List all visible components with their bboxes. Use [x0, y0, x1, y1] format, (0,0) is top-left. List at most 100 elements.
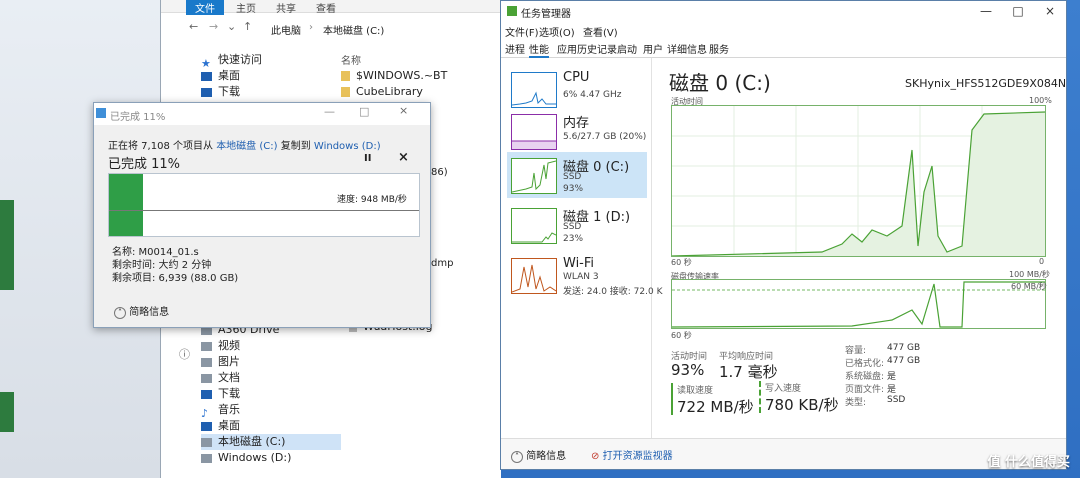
- download-icon: [201, 87, 212, 97]
- download-icon: [201, 389, 212, 399]
- fewer-details-button[interactable]: ˄ 简略信息: [511, 447, 566, 463]
- chevron-up-icon: ˄: [511, 451, 523, 463]
- tab-startup[interactable]: 启动: [617, 41, 637, 56]
- less-details-toggle[interactable]: ˄ 简略信息: [114, 303, 169, 319]
- info-row: 系统磁盘: 是: [845, 372, 897, 382]
- resource-list: CPU 6% 4.47 GHz 内存 5.6/27.7 GB (20%) 磁盘 …: [501, 58, 663, 438]
- avg-response-value: 1.7 毫秒: [719, 363, 778, 381]
- list-item[interactable]: $WINDOWS.~BT: [341, 68, 491, 84]
- document-icon: [201, 373, 212, 383]
- drive-icon: [201, 437, 212, 447]
- resource-value: 23%: [563, 234, 584, 244]
- music-icon: ♪: [201, 406, 209, 420]
- list-item[interactable]: CubeLibrary: [341, 84, 491, 100]
- tab-home[interactable]: 主页: [236, 0, 256, 15]
- forward-icon[interactable]: →: [209, 20, 218, 33]
- menu-file[interactable]: 文件(F): [505, 24, 539, 39]
- address-bar[interactable]: ← → ⌄ ↑ 此电脑 › 本地磁盘 (C:): [181, 18, 481, 37]
- sidebar-item-videos[interactable]: 视频: [201, 338, 341, 354]
- folder-icon: [201, 71, 212, 81]
- pause-button[interactable]: II: [364, 153, 371, 164]
- sidebar-item-pictures[interactable]: 图片: [201, 354, 341, 370]
- open-resource-monitor-link[interactable]: ⊘ 打开资源监视器: [591, 447, 673, 462]
- close-button[interactable]: ×: [1035, 1, 1065, 21]
- picture-icon: [201, 357, 212, 367]
- active-time-max: 100%: [1029, 96, 1052, 105]
- breadcrumb-item[interactable]: 此电脑: [271, 22, 301, 37]
- sidebar-item-quick-access[interactable]: ★ 快速访问: [201, 52, 341, 70]
- minimize-button[interactable]: —: [324, 105, 335, 118]
- copy-progress-dialog: 已完成 11% — □ × 正在将 7,108 个项目从 本地磁盘 (C:) 复…: [93, 102, 431, 328]
- tab-view[interactable]: 查看: [316, 0, 336, 15]
- taskmgr-icon: [507, 6, 517, 16]
- maximize-button[interactable]: □: [1003, 1, 1033, 21]
- titlebar: 任务管理器 — □ ×: [501, 1, 1066, 21]
- dialog-title: 已完成 11%: [110, 112, 166, 123]
- tab-users[interactable]: 用户: [643, 41, 663, 56]
- transfer-inner-label: 60 MB/秒: [1011, 282, 1047, 291]
- tab-share[interactable]: 共享: [276, 0, 296, 15]
- info-icon: ⓘ: [179, 348, 190, 361]
- disk0-sparkline: [511, 160, 557, 193]
- disk-heading: 磁盘 0 (C:): [669, 71, 771, 95]
- resource-sub: SSD: [563, 172, 582, 182]
- axis-60s-sub: 60 秒: [671, 331, 692, 340]
- target-link[interactable]: Windows (D:): [314, 141, 381, 152]
- close-button[interactable]: ×: [399, 104, 408, 117]
- resource-wifi[interactable]: Wi-Fi WLAN 3 发送: 24.0 接收: 72.0 K: [507, 252, 663, 298]
- breadcrumb-separator: ›: [309, 22, 313, 33]
- tab-processes[interactable]: 进程: [505, 41, 525, 56]
- sidebar-item-desktop[interactable]: 桌面: [201, 418, 341, 434]
- disk-info-table: 容量: 477 GB 已格式化: 477 GB 系统磁盘: 是 页面文件: 是 类型: S…: [845, 343, 965, 408]
- tab-details[interactable]: 详细信息: [667, 41, 707, 56]
- cancel-button[interactable]: ×: [398, 150, 409, 165]
- up-icon[interactable]: ↑: [243, 20, 252, 33]
- info-row: 容量: 477 GB: [845, 343, 921, 356]
- tab-services[interactable]: 服务: [709, 41, 729, 56]
- navigation-pane-lower: A360 Drive 视频 图片 文档 下载 ♪ 音乐 桌面 本地磁盘 (C:) …: [201, 322, 341, 466]
- write-marker: [759, 381, 763, 413]
- menu-bar: 文件(F) 选项(O) 查看(V): [501, 21, 1066, 39]
- sidebar-item-downloads[interactable]: 下载: [201, 386, 341, 402]
- sidebar-item-local-disk-c[interactable]: 本地磁盘 (C:): [201, 434, 341, 450]
- sidebar-item-documents[interactable]: 文档: [201, 370, 341, 386]
- disk-model: SKHynix_HFS512GDE9X084N: [905, 77, 1067, 90]
- menu-options[interactable]: 选项(O): [539, 24, 575, 39]
- resource-sub: 5.6/27.7 GB (20%): [563, 132, 647, 142]
- file-name-peek: dmp: [431, 258, 454, 269]
- chevron-down-icon[interactable]: ⌄: [227, 20, 236, 33]
- resource-title: Wi-Fi: [563, 256, 595, 271]
- resource-memory[interactable]: 内存 5.6/27.7 GB (20%): [507, 108, 647, 154]
- sidebar-item-music[interactable]: ♪ 音乐: [201, 402, 341, 420]
- back-icon[interactable]: ←: [189, 20, 198, 33]
- cpu-sparkline: [511, 91, 556, 106]
- resource-disk-1[interactable]: 磁盘 1 (D:) SSD 23%: [507, 202, 647, 248]
- dialog-titlebar: 已完成 11% — □ ×: [94, 103, 430, 125]
- source-link[interactable]: 本地磁盘 (C:): [216, 141, 277, 152]
- active-time-stat-value: 93%: [671, 361, 705, 379]
- resource-sub: 发送: 24.0 接收: 72.0 K: [563, 287, 663, 297]
- desktop-tile: [0, 200, 14, 290]
- tab-file[interactable]: 文件: [186, 0, 224, 15]
- minimize-button[interactable]: —: [971, 1, 1001, 21]
- disk0-thumbnail: [511, 158, 557, 194]
- tab-performance[interactable]: 性能: [529, 41, 549, 58]
- copy-speed-graph: 速度: 948 MB/秒: [108, 173, 420, 237]
- disk1-sparkline: [512, 232, 557, 243]
- window-title: 任务管理器: [521, 9, 571, 20]
- sidebar-item-desktop[interactable]: 桌面: [201, 68, 341, 84]
- resource-sub: SSD: [563, 222, 582, 232]
- items-remaining: 剩余项目: 6,939 (88.0 GB): [112, 273, 239, 284]
- sidebar-item-downloads[interactable]: 下载: [201, 84, 341, 100]
- menu-view[interactable]: 查看(V): [583, 24, 618, 39]
- sidebar-item-windows-d[interactable]: Windows (D:): [201, 450, 341, 466]
- maximize-button[interactable]: □: [359, 105, 369, 118]
- tab-app-history[interactable]: 应用历史记录: [557, 41, 617, 56]
- info-row: 类型: SSD: [845, 395, 906, 408]
- task-manager-window: 任务管理器 — □ × 文件(F) 选项(O) 查看(V) 进程 性能 应用历史…: [500, 0, 1067, 470]
- breadcrumb-item[interactable]: 本地磁盘 (C:): [323, 22, 384, 37]
- resource-cpu[interactable]: CPU 6% 4.47 GHz: [507, 66, 647, 112]
- resource-disk-0[interactable]: 磁盘 0 (C:) SSD 93%: [507, 152, 647, 198]
- resource-value: 93%: [563, 184, 584, 194]
- resource-sub: 6% 4.47 GHz: [563, 90, 622, 100]
